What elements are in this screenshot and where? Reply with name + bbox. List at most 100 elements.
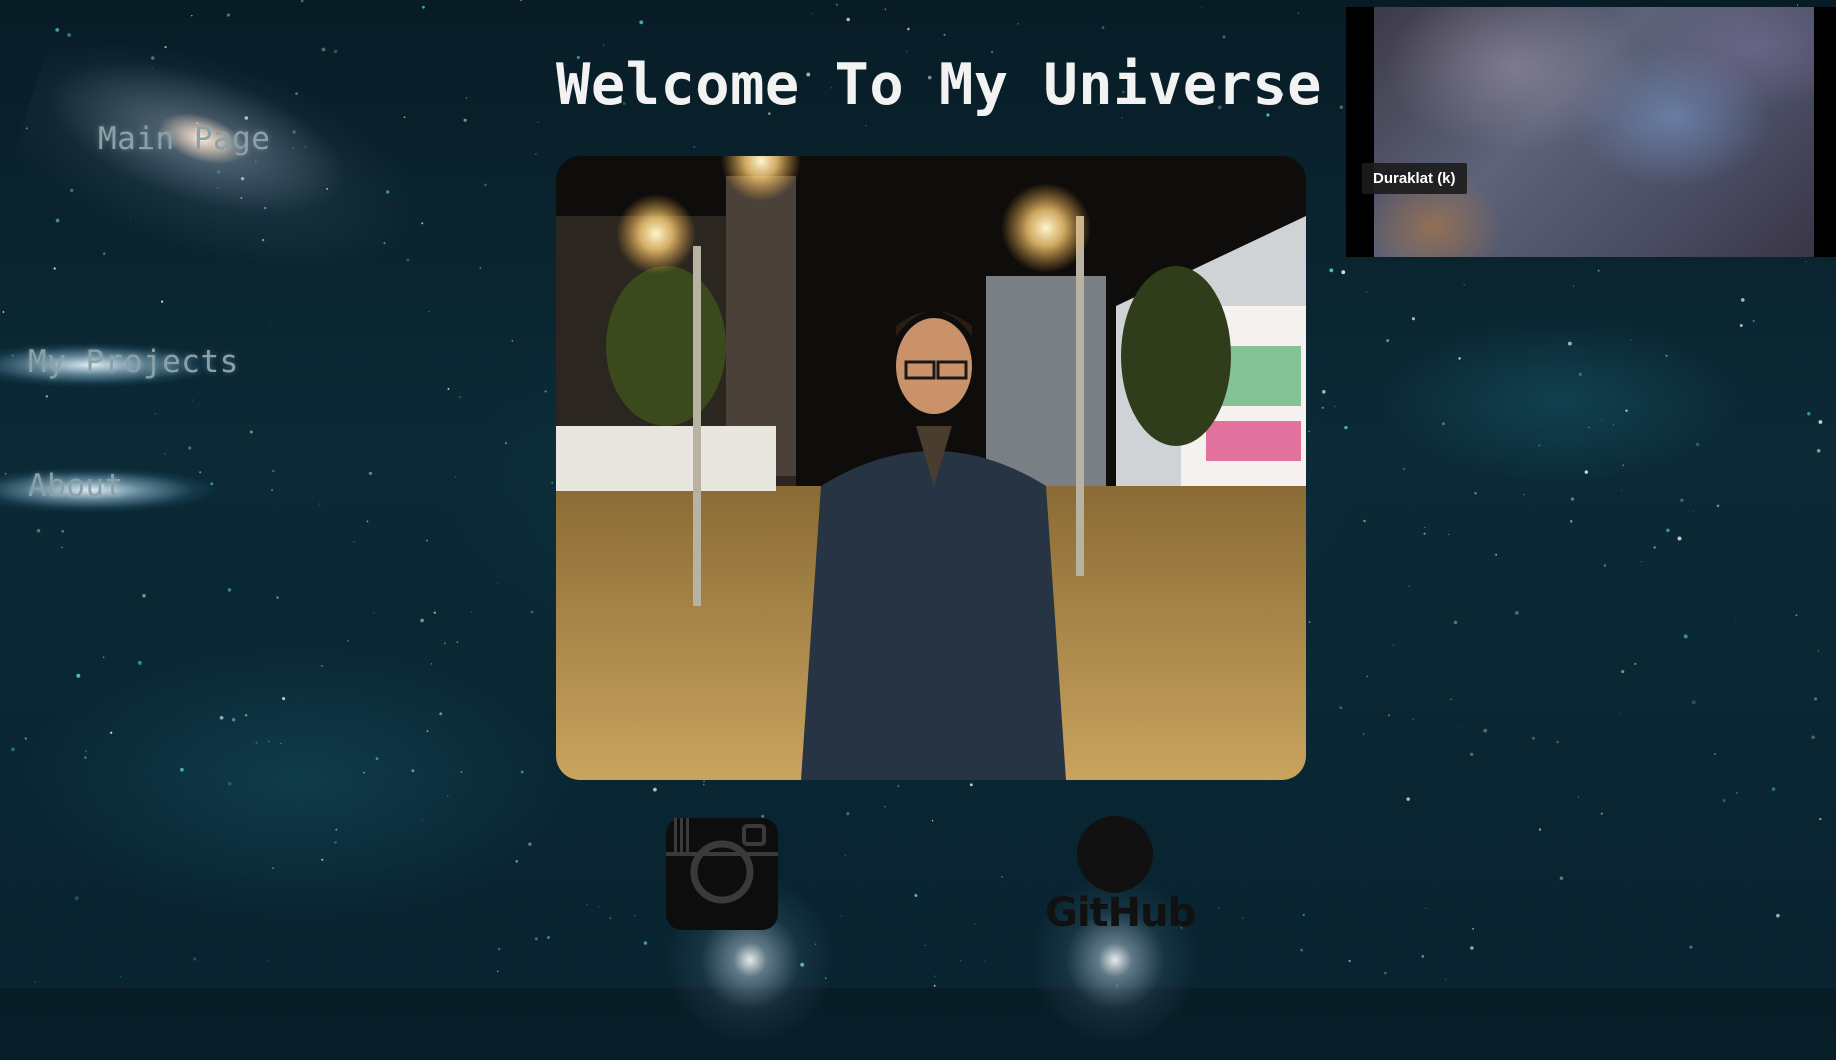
pause-tooltip: Duraklat (k) (1362, 163, 1467, 194)
star (537, 121, 539, 123)
star (1817, 650, 1820, 652)
star (884, 805, 886, 808)
star (1692, 511, 1694, 513)
star (266, 960, 268, 962)
star (914, 894, 918, 897)
star (430, 663, 433, 665)
star (1458, 357, 1461, 360)
star (1634, 662, 1637, 665)
star (1722, 799, 1726, 803)
star (1739, 323, 1743, 328)
star (300, 0, 304, 3)
star (1622, 464, 1625, 466)
star (227, 588, 232, 592)
star (1538, 828, 1542, 831)
galaxy-decoration (0, 0, 503, 346)
star (498, 947, 501, 951)
github-link[interactable]: GitHub (1045, 816, 1196, 936)
star (1365, 291, 1368, 293)
star (1811, 735, 1816, 740)
star (421, 5, 425, 9)
star (1677, 536, 1682, 541)
star (1665, 354, 1668, 357)
star (811, 13, 813, 15)
star (110, 731, 113, 734)
star (1495, 553, 1497, 556)
star (1339, 105, 1343, 109)
nav-main-page[interactable]: Main Page (98, 121, 270, 157)
nav-my-projects[interactable]: My Projects (28, 344, 239, 380)
star (974, 923, 976, 925)
star (1752, 319, 1755, 323)
star (280, 742, 282, 745)
star (1597, 269, 1600, 272)
star (231, 717, 236, 722)
star (1101, 26, 1105, 29)
star (1603, 564, 1607, 567)
star (1570, 497, 1575, 501)
star (447, 794, 449, 797)
star (420, 618, 424, 623)
star (1689, 945, 1693, 949)
star (702, 783, 705, 786)
star (1334, 405, 1336, 408)
star (1683, 634, 1688, 639)
star (1341, 270, 1346, 275)
star (609, 917, 612, 920)
star (598, 906, 600, 908)
star (1308, 430, 1311, 433)
star (1218, 907, 1220, 909)
star (76, 673, 81, 678)
star (933, 984, 936, 987)
star (74, 896, 79, 901)
star (282, 697, 286, 701)
star (84, 756, 87, 759)
star (61, 546, 63, 548)
star (353, 541, 355, 543)
star (1584, 470, 1589, 474)
video-player[interactable]: Duraklat (k) (1346, 7, 1836, 257)
star (1549, 275, 1551, 277)
star (520, 770, 524, 774)
star (443, 642, 447, 645)
star (1483, 728, 1488, 733)
nav-about[interactable]: About (28, 468, 124, 504)
star (846, 812, 850, 816)
star (1621, 490, 1623, 492)
star (497, 970, 499, 973)
star (226, 13, 231, 17)
star (1384, 971, 1387, 975)
star (470, 611, 472, 613)
star (1348, 959, 1351, 963)
star (1412, 718, 1414, 721)
star (10, 747, 15, 752)
star (535, 153, 537, 155)
star (1776, 913, 1780, 918)
star (84, 750, 87, 753)
star (1344, 425, 1348, 430)
github-wordmark: GitHub (1045, 890, 1196, 936)
star (1421, 955, 1425, 958)
star (411, 769, 415, 773)
star (1807, 412, 1811, 416)
star (433, 611, 437, 614)
star (511, 340, 514, 342)
star (1515, 611, 1519, 615)
star (907, 27, 910, 31)
star (639, 20, 644, 25)
star (1297, 12, 1300, 15)
star (1302, 913, 1305, 917)
star (458, 395, 462, 399)
star (1653, 546, 1656, 549)
star (1470, 946, 1474, 950)
instagram-link[interactable] (664, 816, 784, 936)
star (1449, 698, 1452, 701)
star (268, 740, 270, 743)
star (551, 481, 554, 484)
star (161, 300, 164, 303)
star (1532, 736, 1535, 740)
star (496, 583, 498, 585)
video-frame[interactable] (1374, 7, 1814, 257)
star (1740, 298, 1745, 302)
star (363, 771, 365, 774)
